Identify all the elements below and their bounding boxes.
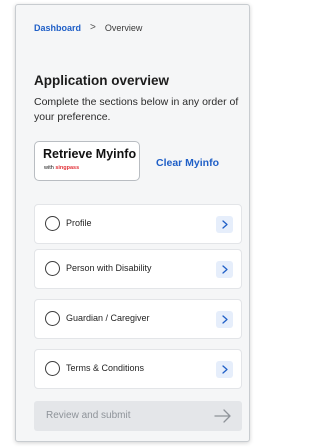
singpass-brand: singpass [55, 165, 80, 171]
breadcrumb-current: Overview [104, 22, 143, 33]
application-overview-panel: Dashboard > Overview Application overvie… [15, 4, 250, 442]
section-label: Profile [66, 218, 92, 228]
breadcrumb-dashboard-link[interactable]: Dashboard [34, 23, 81, 33]
radio-icon[interactable] [45, 261, 60, 276]
singpass-logo: with singpass [44, 165, 79, 171]
with-label: with [44, 165, 54, 171]
chevron-right-icon[interactable] [216, 261, 233, 278]
section-card-guardian-caregiver[interactable]: Guardian / Caregiver [34, 299, 242, 339]
radio-icon[interactable] [45, 361, 60, 376]
retrieve-myinfo-button[interactable]: Retrieve Myinfo with singpass [34, 141, 140, 181]
section-label: Person with Disability [66, 263, 152, 273]
breadcrumb: Dashboard > Overview [34, 22, 142, 33]
review-and-submit-button[interactable]: Review and submit [34, 401, 242, 431]
radio-icon[interactable] [45, 311, 60, 326]
clear-myinfo-link[interactable]: Clear Myinfo [156, 157, 219, 169]
section-card-terms-conditions[interactable]: Terms & Conditions [34, 349, 242, 389]
section-card-person-with-disability[interactable]: Person with Disability [34, 249, 242, 289]
retrieve-myinfo-label: Retrieve Myinfo [43, 147, 137, 161]
section-label: Guardian / Caregiver [66, 313, 150, 323]
page-description: Complete the sections below in any order… [34, 96, 239, 123]
chevron-right-icon[interactable] [216, 311, 233, 328]
radio-icon[interactable] [45, 216, 60, 231]
arrow-right-icon [214, 409, 231, 423]
breadcrumb-separator-icon: > [90, 22, 96, 33]
section-card-profile[interactable]: Profile [34, 204, 242, 244]
chevron-right-icon[interactable] [216, 216, 233, 233]
section-label: Terms & Conditions [66, 363, 145, 373]
page-title: Application overview [34, 73, 170, 88]
chevron-right-icon[interactable] [216, 361, 233, 378]
review-and-submit-label: Review and submit [46, 410, 131, 421]
